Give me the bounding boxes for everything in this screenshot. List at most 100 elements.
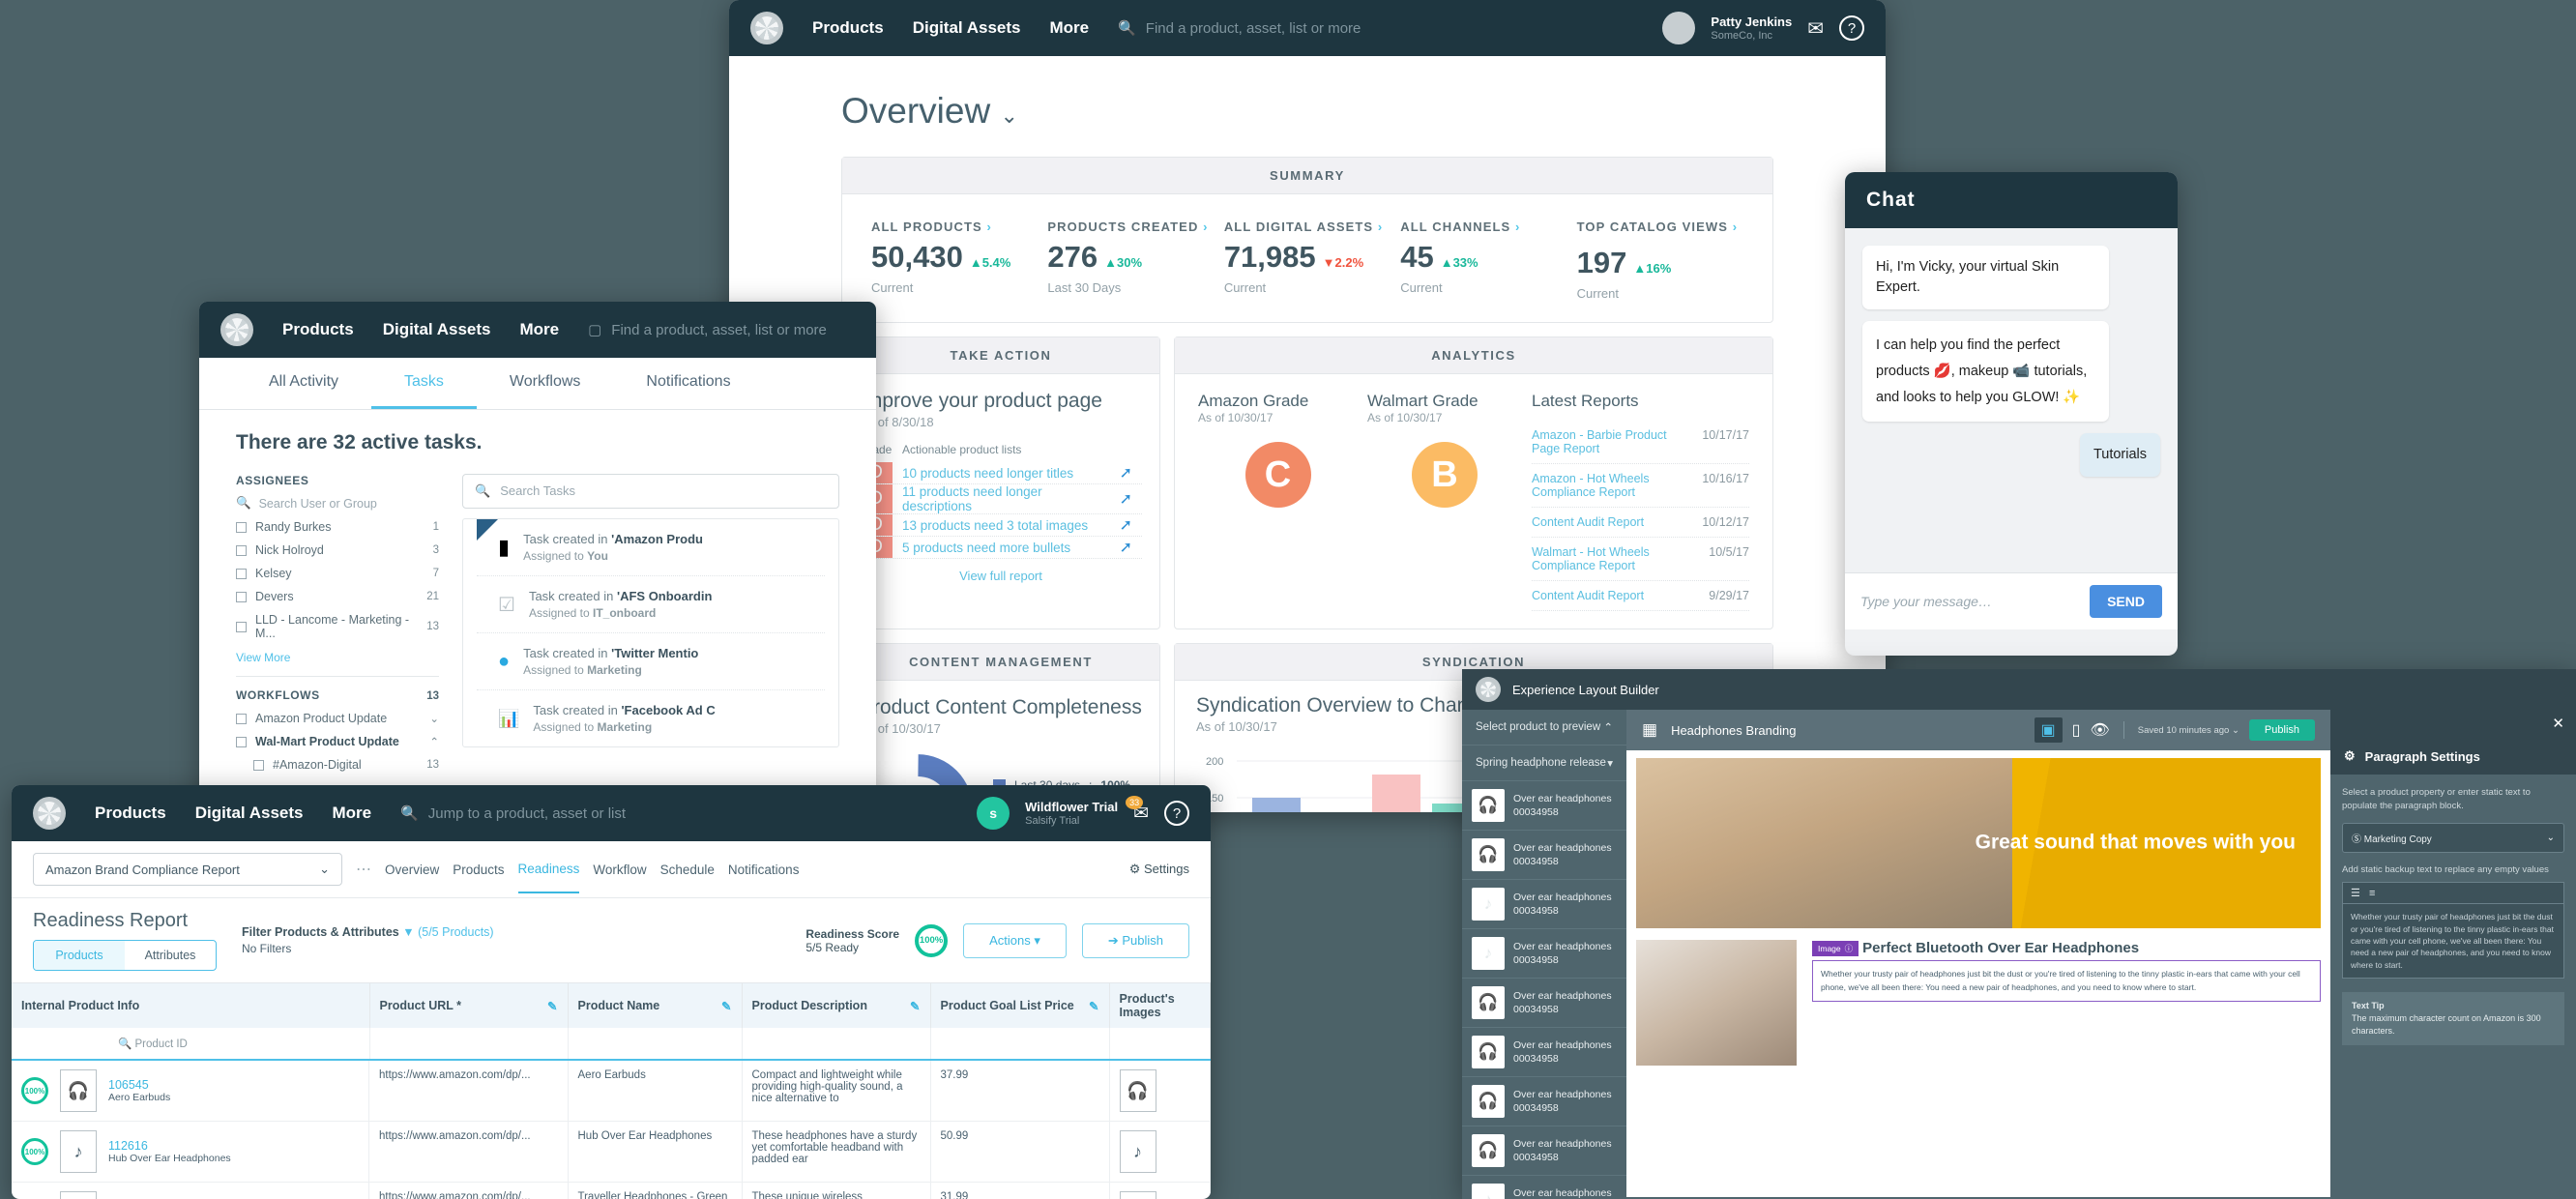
edit-icon[interactable]: ✎ <box>547 999 557 1013</box>
edit-icon[interactable]: ✎ <box>721 999 731 1013</box>
task-list-item[interactable]: 📊 Task created in 'Facebook Ad C Assigne… <box>477 690 825 746</box>
view-more-link[interactable]: View More <box>236 651 439 664</box>
elb-product-item[interactable]: ♪Over ear headphones00034958 <box>1462 1176 1626 1199</box>
trend-arrow-icon[interactable]: ➚ <box>1110 484 1142 513</box>
take-action-text[interactable]: 5 products need more bullets <box>893 537 1110 558</box>
global-search[interactable]: ▢ Find a product, asset, list or more <box>588 321 827 339</box>
checkbox[interactable] <box>236 621 247 632</box>
view-full-report-link[interactable]: View full report <box>860 559 1142 587</box>
seg-attributes[interactable]: Attributes <box>125 941 216 970</box>
checkbox[interactable] <box>236 713 247 724</box>
assignee-item[interactable]: Nick Holroyd 3 <box>236 543 439 557</box>
elb-product-item[interactable]: 🎧 Over ear headphones 00034958 <box>1462 781 1626 831</box>
product-id-search[interactable]: 🔍 Product ID <box>12 1028 370 1060</box>
workflow-item[interactable]: Amazon Product Update ⌄ <box>236 712 439 725</box>
chevron-down-icon[interactable]: ⌄ <box>1000 103 1017 128</box>
report-link[interactable]: Amazon - Hot Wheels Compliance Report <box>1532 472 1692 499</box>
nav-link-products[interactable]: Products <box>95 804 166 823</box>
report-row[interactable]: Amazon - Hot Wheels Compliance Report 10/… <box>1532 464 1749 508</box>
help-icon[interactable]: ? <box>1164 801 1189 826</box>
avatar[interactable] <box>1662 12 1696 44</box>
inbox-icon[interactable]: ✉ 33 <box>1126 795 1149 825</box>
task-list-item[interactable]: ● Task created in 'Twitter Mentio Assign… <box>477 633 825 690</box>
close-icon[interactable]: ✕ <box>2552 716 2564 732</box>
nav-link-digital-assets[interactable]: Digital Assets <box>913 18 1021 38</box>
elb-product-item[interactable]: 🎧 Over ear headphones 00034958 <box>1462 1126 1626 1176</box>
search-tasks-input[interactable]: 🔍 Search Tasks <box>462 474 839 509</box>
paragraph-block[interactable]: Whether your trusty pair of headphones j… <box>1812 960 2321 1002</box>
stat-all-products[interactable]: ALL PRODUCTS › 50,430 ▲5.4% Current <box>871 219 1038 301</box>
take-action-row[interactable]: D 11 products need longer descriptions ➚ <box>860 484 1142 514</box>
take-action-text[interactable]: 13 products need 3 total images <box>893 514 1110 536</box>
checkbox[interactable] <box>253 759 264 771</box>
actions-button[interactable]: Actions ▾ <box>963 922 1067 958</box>
take-action-row[interactable]: D 5 products need more bullets ➚ <box>860 537 1142 559</box>
stat-top-catalog-views[interactable]: TOP CATALOG VIEWS › 197 ▲16% Current <box>1577 219 1743 301</box>
stat-all-channels[interactable]: ALL CHANNELS › 45 ▲33% Current <box>1400 219 1566 301</box>
assignee-search[interactable]: 🔍 Search User or Group <box>236 496 439 511</box>
mobile-icon[interactable]: ▯ <box>2072 720 2081 740</box>
stat-products-created[interactable]: PRODUCTS CREATED › 276 ▲30% Last 30 Days <box>1047 219 1214 301</box>
checkbox[interactable] <box>236 544 247 556</box>
tab-all-activity[interactable]: All Activity <box>236 358 371 409</box>
trend-arrow-icon[interactable]: ➚ <box>1110 462 1142 483</box>
nav-link-products[interactable]: Products <box>282 320 354 339</box>
settings-button[interactable]: ⚙ Settings <box>1129 862 1189 877</box>
checkbox[interactable] <box>236 568 247 579</box>
report-row[interactable]: Amazon - Barbie Product Page Report 10/17… <box>1532 421 1749 464</box>
chevron-down-icon[interactable]: ⌄ <box>429 712 439 725</box>
seg-products[interactable]: Products <box>34 941 125 970</box>
table-row[interactable]: 100% ♪ 161409Traveller Headphones - Gree… <box>12 1182 1211 1199</box>
assignee-item[interactable]: Kelsey 7 <box>236 567 439 580</box>
publish-button[interactable]: Publish <box>2248 719 2315 741</box>
tab-workflow[interactable]: Workflow <box>593 863 646 877</box>
elb-product-item[interactable]: ♪Over ear headphones00034958 <box>1462 929 1626 979</box>
nav-link-more[interactable]: More <box>519 320 559 339</box>
inbox-icon[interactable]: ✉ <box>1807 16 1824 41</box>
user-block[interactable]: Patty Jenkins SomeCo, Inc <box>1711 15 1792 42</box>
elb-product-item[interactable]: ♪Over ear headphones00034958 <box>1462 880 1626 929</box>
trend-arrow-icon[interactable]: ➚ <box>1110 537 1142 558</box>
tab-products[interactable]: Products <box>453 863 504 877</box>
table-row[interactable]: 100% ♪ 112616 Hub Over Ear Headphones htt… <box>12 1121 1211 1183</box>
chevron-up-icon[interactable]: ⌃ <box>429 735 439 748</box>
elb-product-item[interactable]: 🎧 Over ear headphones 00034958 <box>1462 1077 1626 1126</box>
checkbox[interactable] <box>236 521 247 533</box>
assignee-item[interactable]: Devers 21 <box>236 590 439 603</box>
take-action-row[interactable]: D 10 products need longer titles ➚ <box>860 462 1142 484</box>
tab-tasks[interactable]: Tasks <box>371 358 477 409</box>
product-id[interactable]: 112616 <box>108 1139 148 1153</box>
elb-product-item[interactable]: 🎧 Over ear headphones 00034958 <box>1462 1028 1626 1077</box>
nav-link-more[interactable]: More <box>332 804 371 823</box>
report-select[interactable]: Amazon Brand Compliance Report ⌄ <box>33 853 342 886</box>
global-search[interactable]: 🔍 Jump to a product, asset or list <box>400 804 626 823</box>
take-action-text[interactable]: 11 products need longer descriptions <box>893 484 1110 513</box>
eye-icon[interactable]: 👁 <box>2090 720 2109 740</box>
tab-notifications[interactable]: Notifications <box>613 358 763 409</box>
property-select[interactable]: Ⓢ Marketing Copy ⌄ <box>2342 822 2564 853</box>
checkbox[interactable] <box>236 591 247 602</box>
tab-readiness[interactable]: Readiness <box>517 862 580 893</box>
report-link[interactable]: Amazon - Barbie Product Page Report <box>1532 428 1692 455</box>
trend-arrow-icon[interactable]: ➚ <box>1110 514 1142 536</box>
report-link[interactable]: Content Audit Report <box>1532 515 1644 529</box>
text-format-toolbar[interactable]: ☰ ≡ <box>2342 882 2564 904</box>
report-row[interactable]: Walmart - Hot Wheels Compliance Report 10… <box>1532 538 1749 581</box>
send-button[interactable]: SEND <box>2090 585 2162 618</box>
tab-schedule[interactable]: Schedule <box>660 863 715 877</box>
checkbox[interactable] <box>236 736 247 747</box>
task-list-item[interactable]: ▮ Task created in 'Amazon Produ Assigned… <box>477 519 825 576</box>
publish-button[interactable]: ➔ Publish <box>1081 922 1189 958</box>
take-action-text[interactable]: 10 products need longer titles <box>893 462 1110 483</box>
table-row[interactable]: 100% 🎧 106545 Aero Earbuds https://www.am… <box>12 1060 1211 1122</box>
assignee-item[interactable]: LLD - Lancome - Marketing - M... 13 <box>236 613 439 640</box>
edit-icon[interactable]: ✎ <box>910 999 920 1013</box>
stat-all-digital-assets[interactable]: ALL DIGITAL ASSETS › 71,985 ▼2.2% Current <box>1224 219 1390 301</box>
elb-product-item[interactable]: 🎧 Over ear headphones 00034958 <box>1462 831 1626 880</box>
products-attributes-toggle[interactable]: Products Attributes <box>33 940 217 971</box>
report-row[interactable]: Content Audit Report 10/12/17 <box>1532 508 1749 538</box>
tab-notifications[interactable]: Notifications <box>728 863 800 877</box>
product-id[interactable]: 106545 <box>108 1078 149 1092</box>
workflow-subitem[interactable]: #Amazon-Digital 13 <box>236 758 439 772</box>
tab-workflows[interactable]: Workflows <box>477 358 614 409</box>
